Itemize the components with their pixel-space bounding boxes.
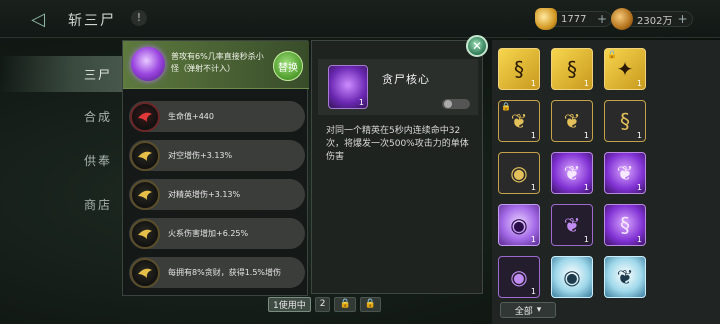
info-icon[interactable]: ! [131,10,147,26]
slot-quantity: 1 [530,235,536,244]
page-2[interactable]: 2 [314,296,331,312]
stat-text: 火系伤害增加+6.25% [168,229,249,238]
add-gold-button[interactable]: + [597,12,607,26]
slot-quantity: 1 [530,79,536,88]
slot-quantity: 1 [636,183,642,192]
add-copper-button[interactable]: + [677,12,687,26]
stat-text: 生命值+440 [168,112,214,121]
close-detail-button[interactable]: ✕ [466,35,488,57]
currency-copper-value: 2302万 [637,15,673,27]
close-icon: ✕ [471,39,483,53]
slot-quantity: 1 [636,131,642,140]
lock-icon: 🔒 [607,50,617,59]
currency-copper: 2302万 + [611,8,693,30]
stat-text: 对空增伤+3.13% [168,151,233,160]
slot-quantity: 1 [530,287,536,296]
red-bird-icon [130,101,160,132]
slot-quantity: 1 [636,79,642,88]
gold-bird-icon [130,257,160,288]
slot-quantity: 1 [583,79,589,88]
menu-item-offering[interactable]: 供奉 [0,142,122,178]
gold-bird-icon [130,218,160,249]
currency-gold-box: 1777 + [535,8,612,30]
slot-quantity: 1 [583,235,589,244]
inventory-slot[interactable]: ◉ 1 [498,204,540,246]
inventory-slot[interactable]: ✦ 🔒 1 [604,48,646,90]
menu-item-label: 商店 [83,197,112,212]
currency-gold: 1777 + [535,8,612,30]
slot-quantity: 1 [583,183,589,192]
currency-copper-box: 2302万 + [611,8,693,30]
core-icon: ◉ [563,265,581,289]
stat-row[interactable]: 对空增伤+3.13% [129,140,305,171]
hint-banner: 普攻有6%几率直接秒杀小怪（弹射不计入） 替换 [123,41,309,89]
page-title: 斩三尸 [68,13,116,29]
purple-core-icon [131,47,165,81]
currency-gold-value: 1777 [561,13,587,25]
slot-quantity: 1 [583,131,589,140]
item-description: 对同一个精英在5秒内连续命中32次，将爆发一次500%攻击力的单体伤害 [326,126,469,162]
inventory-slot[interactable]: ❦ 1 [551,100,593,142]
menu-item-shop[interactable]: 商店 [0,186,122,222]
core-list-panel: 普攻有6%几率直接秒杀小怪（弹射不计入） 替换 生命值+440 对空增伤+3.1… [122,40,309,296]
item-quantity: 1 [358,98,364,107]
lock-icon: 🔒 [501,102,511,111]
copper-coin-icon [611,8,633,30]
gold-bird-icon [130,179,160,210]
inventory-slot[interactable]: § 1 [498,48,540,90]
toggle-knob [444,100,452,108]
inventory-slot[interactable]: ❦ 1 [604,152,646,194]
page-1-in-use[interactable]: 1使用中 [268,296,311,312]
stat-row[interactable]: 每拥有8%贪财，获得1.5%增伤 [129,257,305,288]
core-icon: ❦ [616,265,634,289]
inventory-slot[interactable]: § 1 [604,204,646,246]
stat-row[interactable]: 生命值+440 [129,101,305,132]
inventory-grid: § 1 § 1 ✦ 🔒 1 ❦ 🔒 1 ❦ 1 § 1 ◉ 1 ❦ 1 ❦ 1 ◉ 1 ❦ 1 § 1 ◉ 1 ◉ ❦ [492,40,720,324]
item-name: 贪尸核心 [382,73,430,86]
inventory-slot[interactable]: § 1 [604,100,646,142]
inventory-slot[interactable]: ❦ 🔒 1 [498,100,540,142]
chevron-down-icon: ▾ [536,305,542,315]
inventory-slot[interactable]: ❦ 1 [551,204,593,246]
greed-core-icon: 1 [328,65,368,109]
stat-text: 对精英增伤+3.13% [168,190,241,199]
menu-item-label: 合成 [83,109,112,124]
top-bar: ◁ 斩三尸 ! 1777 + 2302万 + [0,0,720,38]
inventory-slot[interactable]: ❦ [604,256,646,298]
detail-header: 1 贪尸核心 [318,59,478,115]
back-arrow-icon: ◁ [31,8,45,30]
menu-item-sanshi[interactable]: 三尸 [0,56,122,92]
stat-row[interactable]: 火系伤害增加+6.25% [129,218,305,249]
page-selector: 1使用中 2 🔒 🔒 [268,296,381,312]
slot-quantity: 1 [530,131,536,140]
hint-text: 普攻有6%几率直接秒杀小怪（弹射不计入） [171,52,264,73]
menu-item-synthesis[interactable]: 合成 [0,98,122,134]
menu-item-label: 三尸 [83,67,112,82]
stat-text: 每拥有8%贪财，获得1.5%增伤 [168,268,282,277]
menu-item-label: 供奉 [83,153,112,168]
slot-quantity: 1 [636,235,642,244]
locked-page-icon[interactable]: 🔒 [359,296,381,312]
stat-row[interactable]: 对精英增伤+3.13% [129,179,305,210]
left-menu: 三尸 合成 供奉 商店 [0,38,122,324]
inventory-slot[interactable]: ◉ 1 [498,152,540,194]
inventory-slot[interactable]: ◉ [551,256,593,298]
inventory-slot[interactable]: ◉ 1 [498,256,540,298]
replace-button[interactable]: 替换 [273,51,303,81]
inventory-slot[interactable]: ❦ 1 [551,152,593,194]
back-button[interactable]: ◁ [14,7,62,31]
filter-label: 全部 [514,306,533,317]
detail-panel: 1 贪尸核心 对同一个精英在5秒内连续命中32次，将爆发一次500%攻击力的单体… [311,40,483,294]
gold-bird-icon [130,140,160,171]
inventory-slot[interactable]: § 1 [551,48,593,90]
slot-quantity: 1 [530,183,536,192]
filter-dropdown[interactable]: 全部 ▾ [500,302,556,318]
locked-page-icon[interactable]: 🔒 [334,296,356,312]
gold-ingot-icon [535,8,557,30]
lock-toggle[interactable] [442,99,470,109]
